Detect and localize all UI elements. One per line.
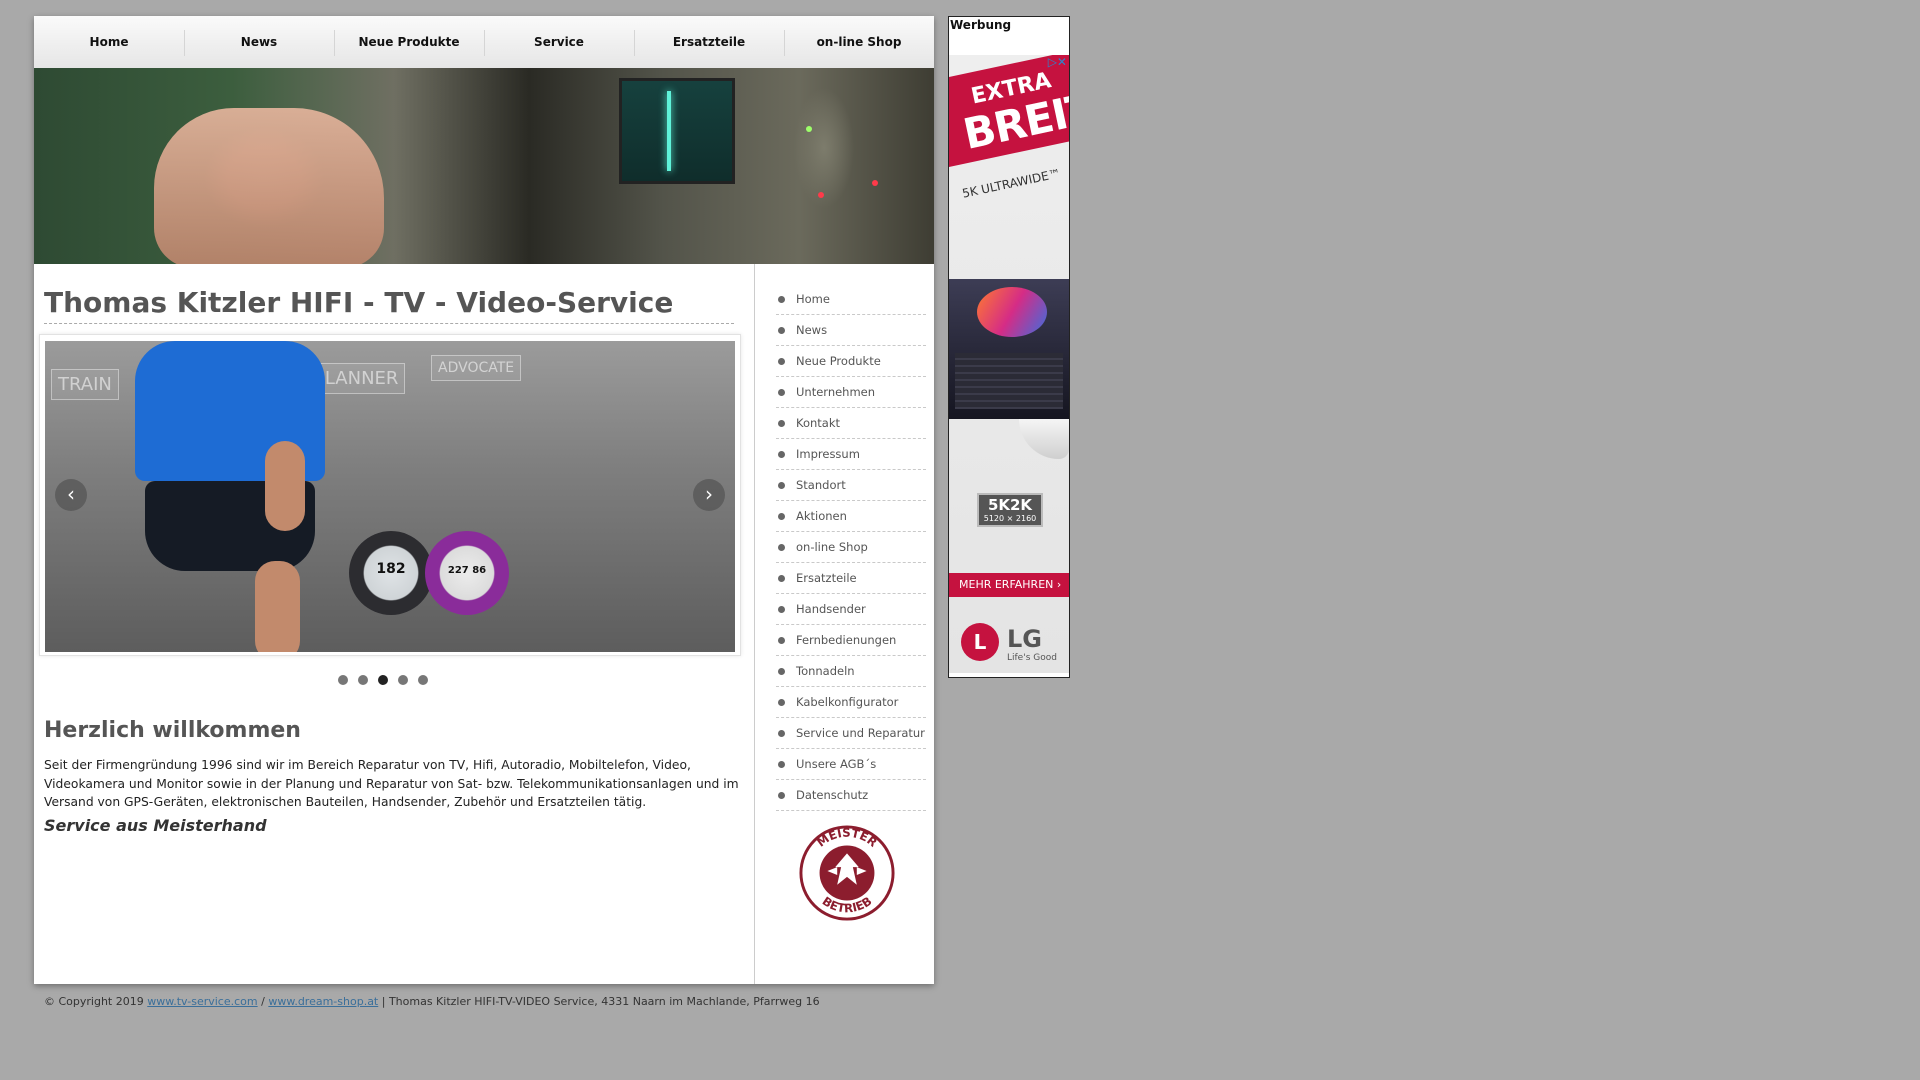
ad-resolution-badge: 5K2K 5120 × 2160 (977, 493, 1043, 527)
sidebar-item-ersatzteile[interactable]: Ersatzteile (776, 563, 926, 594)
ad-subline: 5K ULTRAWIDE™ (961, 166, 1062, 201)
slider-dot-4[interactable] (398, 675, 408, 685)
ad-close-icon[interactable]: ▷✕ (1048, 55, 1067, 69)
sidebar-item-datenschutz[interactable]: Datenschutz (776, 780, 926, 811)
banner-led (806, 126, 812, 132)
ad-resolution-big: 5K2K (987, 496, 1033, 514)
nav-service[interactable]: Service (484, 16, 634, 68)
footer-address: | Thomas Kitzler HIFI-TV-VIDEO Service, … (381, 995, 820, 1008)
watch-value: 227 86 (447, 565, 487, 576)
slider-dot-5[interactable] (418, 675, 428, 685)
sidebar-item-tonnadeln[interactable]: Tonnadeln (776, 656, 926, 687)
header-banner-image (34, 68, 934, 264)
ad-tagline: Life's Good (1007, 653, 1057, 663)
sidebar-item-aktionen[interactable]: Aktionen (776, 501, 926, 532)
runner-leg (255, 561, 300, 652)
sidebar-item-unternehmen[interactable]: Unternehmen (776, 377, 926, 408)
meisterbetrieb-seal-icon: MEISTER BETRIEB (799, 825, 895, 921)
sidebar-item-impressum[interactable]: Impressum (776, 439, 926, 470)
slider-dot-3[interactable] (378, 675, 388, 685)
ad-monitor-image (949, 279, 1069, 419)
banner-led (818, 192, 824, 198)
ad-resolution-small: 5120 × 2160 (983, 514, 1037, 523)
footer-link-dream-shop[interactable]: www.dream-shop.at (268, 995, 378, 1008)
sidebar-item-service-reparatur[interactable]: Service und Reparatur (776, 718, 926, 749)
slider-next-arrow-icon[interactable]: › (693, 479, 725, 511)
sidebar-item-news[interactable]: News (776, 315, 926, 346)
banner-hand (154, 108, 384, 264)
welcome-heading: Herzlich willkommen (44, 718, 301, 743)
footer-separator: / (261, 995, 265, 1008)
watch-purple: 227 86 (425, 531, 509, 615)
nav-online-shop[interactable]: on-line Shop (784, 16, 934, 68)
page-title: Thomas Kitzler HIFI - TV - Video-Service (44, 286, 734, 324)
nav-home[interactable]: Home (34, 16, 184, 68)
banner-led (872, 180, 878, 186)
sidebar-item-standort[interactable]: Standort (776, 470, 926, 501)
nav-neue-produkte[interactable]: Neue Produkte (334, 16, 484, 68)
sidebar-item-handsender[interactable]: Handsender (776, 594, 926, 625)
monitor-rows (955, 353, 1063, 409)
ad-cta-button[interactable]: MEHR ERFAHREN › (949, 573, 1069, 597)
welcome-text: Seit der Firmengründung 1996 sind wir im… (44, 758, 739, 809)
sidebar-item-neue-produkte[interactable]: Neue Produkte (776, 346, 926, 377)
ad-monitor-stand (1019, 419, 1069, 459)
ad-label: Werbung (950, 18, 1012, 32)
top-navigation: Home News Neue Produkte Service Ersatzte… (34, 16, 934, 68)
footer: © Copyright 2019 www.tv-service.com / ww… (44, 995, 820, 1008)
sidebar-item-fernbedienungen[interactable]: Fernbedienungen (776, 625, 926, 656)
runner-arm (265, 441, 305, 531)
slide-runner (115, 341, 355, 652)
nav-news[interactable]: News (184, 16, 334, 68)
watch-blue: 182 (349, 531, 433, 615)
slider-prev-arrow-icon[interactable]: ‹ (55, 479, 87, 511)
slider-pagination (338, 675, 428, 685)
sidebar-item-kabelkonfigurator[interactable]: Kabelkonfigurator (776, 687, 926, 718)
column-divider (754, 264, 755, 984)
slider-dot-1[interactable] (338, 675, 348, 685)
ad-brand: LG (1007, 625, 1042, 653)
ad-banner[interactable]: EXTRA BREIT 5K ULTRAWIDE™ 5K2K 5120 × 216… (949, 55, 1069, 673)
footer-link-tv-service[interactable]: www.tv-service.com (147, 995, 257, 1008)
slide-panel-advocate: ADVOCATE (431, 355, 522, 381)
watch-value: 182 (376, 561, 406, 577)
lg-logo-icon: L (961, 623, 999, 661)
footer-copyright: © Copyright 2019 (44, 995, 144, 1008)
slide-panel-train: TRAIN (51, 369, 119, 400)
slider-dot-2[interactable] (358, 675, 368, 685)
sidebar-item-kontakt[interactable]: Kontakt (776, 408, 926, 439)
sidebar-item-home[interactable]: Home (776, 284, 926, 315)
sidebar-item-online-shop[interactable]: on-line Shop (776, 532, 926, 563)
slide-image: TRAIN PLANNER ADVOCATE 182 227 86 ‹ › (45, 341, 735, 652)
banner-oscilloscope (619, 78, 735, 184)
sidebar-item-agb[interactable]: Unsere AGB´s (776, 749, 926, 780)
advertisement: Werbung EXTRA BREIT 5K ULTRAWIDE™ 5K2K 51… (948, 16, 1070, 678)
slogan: Service aus Meisterhand (44, 816, 267, 835)
nav-ersatzteile[interactable]: Ersatzteile (634, 16, 784, 68)
page-container: Home News Neue Produkte Service Ersatzte… (34, 16, 934, 984)
image-slider: TRAIN PLANNER ADVOCATE 182 227 86 ‹ › (39, 334, 741, 656)
sidebar-menu: Home News Neue Produkte Unternehmen Kont… (776, 284, 926, 811)
